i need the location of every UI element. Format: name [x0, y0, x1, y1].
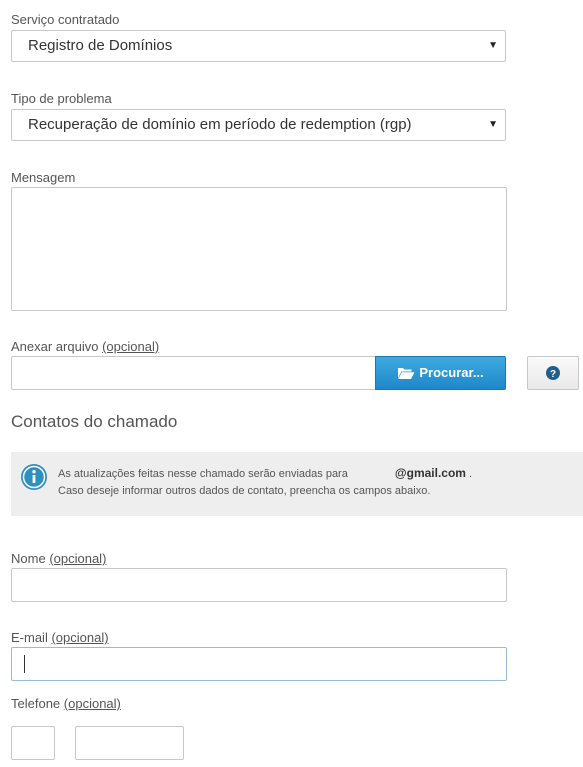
telefone-number-input[interactable]	[75, 726, 184, 760]
info-line1-suffix: .	[469, 468, 473, 480]
nome-label-text: Nome	[11, 551, 46, 566]
nome-optional: (opcional)	[49, 551, 107, 566]
email-input[interactable]	[11, 647, 507, 681]
info-line1: As atualizações feitas nesse chamado ser…	[58, 468, 348, 480]
folder-open-icon	[398, 368, 415, 379]
email-optional: (opcional)	[51, 630, 109, 645]
anexo-label-text: Anexar arquivo	[11, 339, 99, 354]
tipo-value: Recuperação de domínio em período de red…	[28, 116, 412, 133]
info-box: As atualizações feitas nesse chamado ser…	[11, 452, 583, 516]
servico-select[interactable]: Registro de Domínios ▼	[11, 30, 506, 62]
question-circle-icon: ?	[546, 366, 560, 380]
mensagem-label: Mensagem	[11, 170, 76, 185]
dropdown-arrow-icon: ▼	[488, 40, 498, 51]
info-message: As atualizações feitas nesse chamado ser…	[58, 465, 472, 500]
telefone-optional: (opcional)	[63, 696, 121, 711]
nome-input[interactable]	[11, 568, 507, 602]
tipo-select[interactable]: Recuperação de domínio em período de red…	[11, 109, 506, 141]
servico-label: Serviço contratado	[11, 12, 120, 27]
telefone-ddd-input[interactable]	[11, 726, 55, 760]
text-caret	[24, 655, 25, 673]
info-icon	[21, 464, 47, 490]
section-title-contatos: Contatos do chamado	[11, 412, 178, 431]
email-label: E-mail (opcional)	[11, 630, 109, 645]
browse-button[interactable]: Procurar...	[375, 356, 506, 390]
nome-label: Nome (opcional)	[11, 551, 106, 566]
anexo-label: Anexar arquivo (opcional)	[11, 339, 159, 354]
telefone-label-text: Telefone	[11, 696, 61, 711]
mensagem-textarea[interactable]	[11, 187, 507, 311]
help-button[interactable]: ?	[527, 356, 579, 390]
svg-text:?: ?	[550, 369, 556, 380]
servico-value: Registro de Domínios	[28, 37, 173, 54]
dropdown-arrow-icon: ▼	[488, 119, 498, 130]
anexo-optional: (opcional)	[102, 339, 160, 354]
file-path-input[interactable]	[11, 356, 375, 390]
info-line2: Caso deseje informar outros dados de con…	[58, 485, 431, 497]
telefone-label: Telefone (opcional)	[11, 696, 121, 711]
email-label-text: E-mail	[11, 630, 48, 645]
info-email: @gmail.com	[394, 466, 466, 480]
browse-label: Procurar...	[419, 365, 484, 380]
tipo-label: Tipo de problema	[11, 91, 112, 106]
